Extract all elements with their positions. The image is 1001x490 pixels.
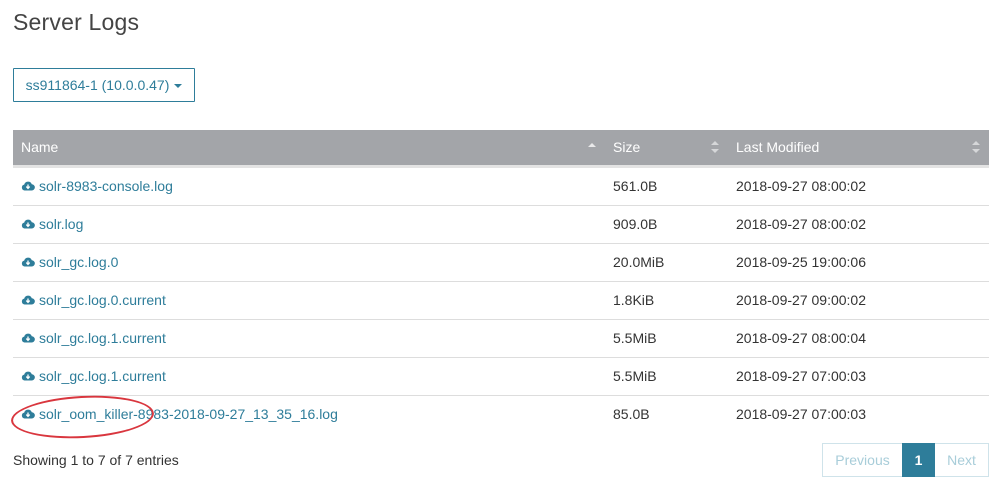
pagination-previous-button[interactable]: Previous <box>822 443 902 477</box>
table-row: solr_gc.log.0.current 1.8KiB 2018-09-27 … <box>13 281 989 320</box>
column-header-name-label: Name <box>21 139 59 156</box>
file-download-link[interactable]: solr_gc.log.1.current <box>21 330 166 346</box>
file-name-label: solr_gc.log.1.current <box>39 329 166 346</box>
sort-both-icon <box>972 141 980 154</box>
table-header-row: Name Size Last Modified <box>13 130 989 168</box>
file-name-cell: solr-8983-console.log <box>13 166 605 206</box>
logs-table: Name Size Last Modified solr-8983-consol… <box>13 130 989 433</box>
file-download-link[interactable]: solr_gc.log.1.current <box>21 368 166 384</box>
cloud-download-icon <box>21 333 35 343</box>
pagination: Previous 1 Next <box>822 443 989 477</box>
file-name-cell: solr.log <box>13 205 605 244</box>
pagination-page-1-button[interactable]: 1 <box>902 443 935 477</box>
file-size-cell: 561.0B <box>605 166 728 206</box>
column-header-last-modified[interactable]: Last Modified <box>728 130 989 168</box>
cloud-download-icon <box>21 371 35 381</box>
file-download-link[interactable]: solr-8983-console.log <box>21 178 173 194</box>
column-header-last-modified-label: Last Modified <box>736 139 820 156</box>
file-download-link[interactable]: solr_oom_killer-8983-2018-09-27_13_35_16… <box>21 406 338 422</box>
file-size-cell: 5.5MiB <box>605 319 728 358</box>
file-name-label: solr_oom_killer-8983-2018-09-27_13_35_16… <box>39 405 338 422</box>
file-name-label: solr_gc.log.0 <box>39 253 119 270</box>
cloud-download-icon <box>21 181 35 191</box>
file-size-cell: 909.0B <box>605 205 728 244</box>
file-modified-cell: 2018-09-27 08:00:04 <box>728 319 989 358</box>
page-title: Server Logs <box>13 9 140 35</box>
cloud-download-icon <box>21 257 35 267</box>
column-header-size-label: Size <box>613 139 641 156</box>
file-name-cell: solr_gc.log.1.current <box>13 319 605 358</box>
server-logs-page: Server Logs ss911864-1 (10.0.0.47) Name … <box>0 0 1001 490</box>
file-name-cell: solr_gc.log.1.current <box>13 357 605 396</box>
table-row: solr-8983-console.log 561.0B 2018-09-27 … <box>13 166 989 206</box>
file-name-label: solr_gc.log.1.current <box>39 367 166 384</box>
file-name-label: solr_gc.log.0.current <box>39 291 166 308</box>
entries-info: Showing 1 to 7 of 7 entries <box>13 452 179 468</box>
file-download-link[interactable]: solr_gc.log.0 <box>21 254 118 270</box>
file-size-cell: 1.8KiB <box>605 281 728 320</box>
file-name-cell: solr_gc.log.0 <box>13 243 605 282</box>
column-header-name[interactable]: Name <box>13 130 605 168</box>
file-modified-cell: 2018-09-25 19:00:06 <box>728 243 989 282</box>
file-download-link[interactable]: solr_gc.log.0.current <box>21 292 166 308</box>
table-row: solr_oom_killer-8983-2018-09-27_13_35_16… <box>13 395 989 433</box>
file-name-label: solr-8983-console.log <box>39 177 173 194</box>
column-header-size[interactable]: Size <box>605 130 728 168</box>
file-name-label: solr.log <box>39 215 84 232</box>
file-size-cell: 20.0MiB <box>605 243 728 282</box>
cloud-download-icon <box>21 295 35 305</box>
file-modified-cell: 2018-09-27 07:00:03 <box>728 357 989 396</box>
sort-both-icon <box>711 141 719 154</box>
sort-ascending-icon <box>588 143 596 149</box>
file-name-cell: solr_gc.log.0.current <box>13 281 605 320</box>
table-row: solr_gc.log.0 20.0MiB 2018-09-25 19:00:0… <box>13 243 989 282</box>
file-modified-cell: 2018-09-27 09:00:02 <box>728 281 989 320</box>
file-modified-cell: 2018-09-27 08:00:02 <box>728 205 989 244</box>
pagination-next-button[interactable]: Next <box>935 443 989 477</box>
file-download-link[interactable]: solr.log <box>21 216 83 232</box>
table-row: solr_gc.log.1.current 5.5MiB 2018-09-27 … <box>13 357 989 396</box>
file-modified-cell: 2018-09-27 07:00:03 <box>736 406 866 423</box>
file-name-cell: solr_oom_killer-8983-2018-09-27_13_35_16… <box>13 395 605 433</box>
caret-down-icon <box>174 83 183 88</box>
table-row: solr.log 909.0B 2018-09-27 08:00:02 <box>13 205 989 244</box>
file-size-cell: 5.5MiB <box>605 357 728 396</box>
server-select-dropdown[interactable]: ss911864-1 (10.0.0.47) <box>13 68 195 102</box>
cloud-download-icon <box>21 219 35 229</box>
file-size-cell: 85.0B <box>613 406 650 423</box>
cloud-download-icon <box>21 409 35 419</box>
file-modified-cell: 2018-09-27 08:00:02 <box>728 166 989 206</box>
server-select-label: ss911864-1 (10.0.0.47) <box>25 77 170 93</box>
table-row: solr_gc.log.1.current 5.5MiB 2018-09-27 … <box>13 319 989 358</box>
